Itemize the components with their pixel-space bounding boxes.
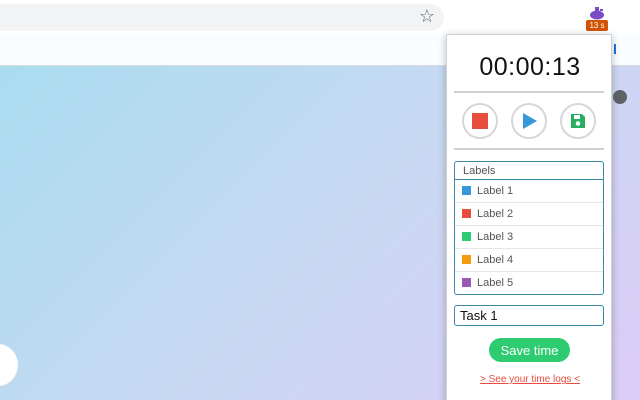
divider [454, 148, 604, 150]
time-logs-link[interactable]: > See your time logs < [447, 374, 613, 385]
extension-button[interactable]: 13 s [584, 4, 610, 31]
label-name: Label 4 [477, 254, 514, 266]
label-item[interactable]: Label 4 [455, 249, 603, 272]
label-name: Label 5 [477, 277, 514, 289]
bookmark-edge-mark [614, 44, 616, 54]
page-floating-button[interactable] [0, 344, 18, 386]
label-name: Label 3 [477, 231, 514, 243]
play-button[interactable] [511, 103, 547, 139]
stop-button[interactable] [462, 103, 498, 139]
divider [454, 91, 604, 93]
page-indicator-dot[interactable] [613, 90, 627, 104]
timer-badge: 13 s [586, 20, 608, 31]
label-item[interactable]: Label 3 [455, 226, 603, 249]
labels-list: Labels Label 1 Label 2 Label 3 Label 4 L… [454, 161, 604, 295]
address-bar[interactable] [0, 4, 444, 31]
label-item[interactable]: Label 5 [455, 272, 603, 294]
label-color-swatch [462, 232, 471, 241]
star-icon[interactable]: ☆ [417, 6, 437, 26]
label-item[interactable]: Label 2 [455, 203, 603, 226]
label-name: Label 2 [477, 208, 514, 220]
label-color-swatch [462, 186, 471, 195]
save-time-button[interactable]: Save time [489, 338, 570, 362]
label-color-swatch [462, 209, 471, 218]
timer-display: 00:00:13 [479, 53, 581, 81]
save-icon-button[interactable] [560, 103, 596, 139]
label-name: Label 1 [477, 185, 514, 197]
label-color-swatch [462, 255, 471, 264]
labels-header: Labels [455, 162, 603, 180]
floppy-disk-icon [571, 114, 585, 128]
stop-icon [472, 113, 488, 129]
label-item[interactable]: Label 1 [455, 180, 603, 203]
browser-toolbar: ☆ 13 s [0, 0, 640, 34]
stopwatch-icon [590, 7, 604, 20]
label-color-swatch [462, 278, 471, 287]
timer-popup: 00:00:13 Labels Label 1 Label 2 Label 3 … [446, 34, 612, 400]
task-name-input[interactable] [454, 305, 604, 326]
play-icon [523, 113, 537, 129]
